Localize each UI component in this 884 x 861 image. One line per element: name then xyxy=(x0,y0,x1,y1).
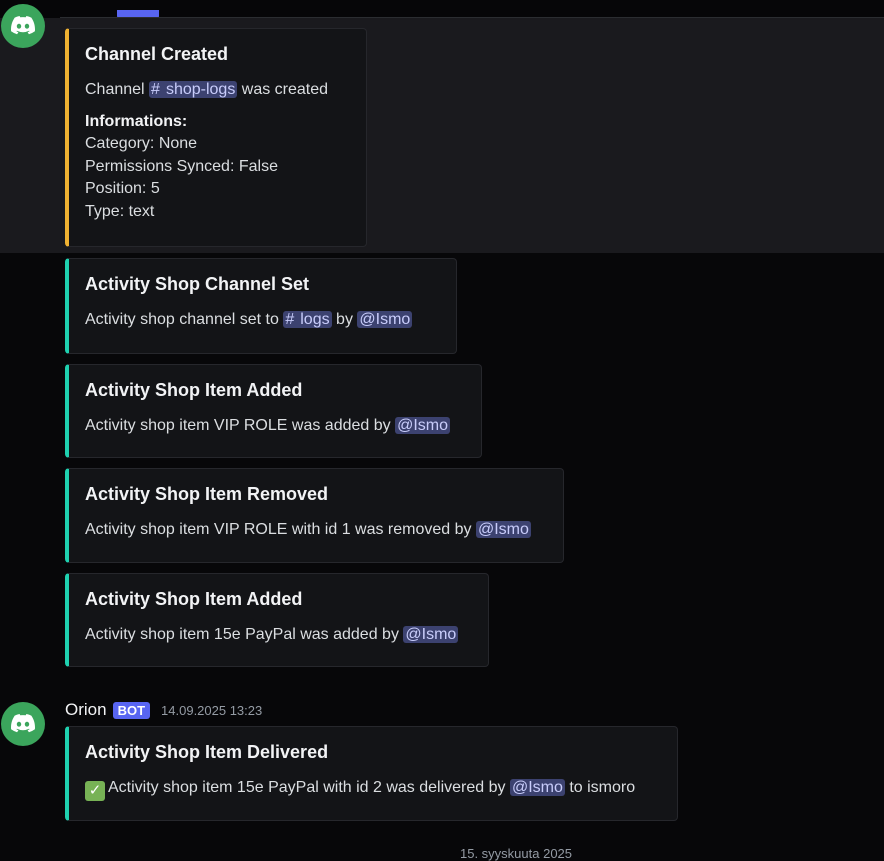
bot-tag: BOT xyxy=(112,701,151,719)
embed-description: ✓ Activity shop item 15e PayPal with id 2… xyxy=(85,777,661,801)
desc-text: Activity shop channel set to xyxy=(85,311,284,328)
embed-description: Activity shop item VIP ROLE with id 1 wa… xyxy=(85,519,547,541)
desc-text: Channel xyxy=(85,81,150,98)
embed-channel-set: Activity Shop Channel Set Activity shop … xyxy=(65,258,457,354)
embed-description: Activity shop channel set to # logs by @I… xyxy=(85,309,440,331)
discord-logo-icon xyxy=(11,714,35,733)
discord-logo-icon xyxy=(11,16,35,35)
username[interactable]: Orion xyxy=(65,700,107,720)
desc-text: Activity shop item VIP ROLE was added by xyxy=(85,417,396,434)
field-line: Permissions Synced: False xyxy=(85,157,278,175)
message-header: Orion BOT 14.09.2025 13:23 xyxy=(65,698,262,722)
top-strip xyxy=(0,0,884,20)
embed-item-delivered: Activity Shop Item Delivered ✓ Activity s… xyxy=(65,726,678,821)
embed-title: Activity Shop Channel Set xyxy=(85,274,310,294)
embed-description: Activity shop item 15e PayPal was added … xyxy=(85,624,472,646)
embed-item-removed: Activity Shop Item Removed Activity shop… xyxy=(65,468,564,563)
desc-text: by xyxy=(331,311,358,328)
embed-item-added: Activity Shop Item Added Activity shop i… xyxy=(65,573,489,667)
field-line: Category: None xyxy=(85,135,198,152)
hash-icon: # xyxy=(151,81,160,98)
field-line: Type: text xyxy=(85,202,155,220)
channel-name: shop-logs xyxy=(165,81,236,98)
avatar[interactable] xyxy=(1,4,45,48)
user-mention[interactable]: @Ismo xyxy=(475,521,531,538)
embed-description: Channel # shop-logs was created xyxy=(85,79,350,101)
user-mention[interactable]: @Ismo xyxy=(403,626,459,643)
channel-mention[interactable]: # logs xyxy=(283,311,332,328)
desc-text: Activity shop item VIP ROLE with id 1 wa… xyxy=(85,521,476,538)
avatar[interactable] xyxy=(1,702,45,746)
embed-item-added: Activity Shop Item Added Activity shop i… xyxy=(65,364,482,458)
user-mention[interactable]: @Ismo xyxy=(509,779,565,796)
check-mark-icon: ✓ xyxy=(85,781,105,801)
desc-text: Activity shop item 15e PayPal with id 2 … xyxy=(108,779,510,796)
embed-channel-created: Channel Created Channel # shop-logs was c… xyxy=(65,28,367,247)
field-name: Informations: xyxy=(85,113,188,130)
embed-title: Channel Created xyxy=(85,44,229,64)
embed-title: Activity Shop Item Added xyxy=(85,380,303,400)
channel-mention[interactable]: # shop-logs xyxy=(149,81,238,98)
field-line: Position: 5 xyxy=(85,180,160,197)
desc-text: Activity shop item 15e PayPal was added … xyxy=(85,626,404,643)
embed-title: Activity Shop Item Delivered xyxy=(85,742,329,762)
embed-title: Activity Shop Item Removed xyxy=(85,484,329,504)
embed-description: Activity shop item VIP ROLE was added by… xyxy=(85,415,465,437)
user-mention[interactable]: @Ismo xyxy=(395,417,450,434)
user-mention[interactable]: @Ismo xyxy=(357,311,413,328)
embed-title: Activity Shop Item Added xyxy=(85,589,303,609)
desc-text: was created xyxy=(237,81,329,98)
desc-text: to ismoro xyxy=(564,779,636,796)
timestamp[interactable]: 14.09.2025 13:23 xyxy=(161,703,262,718)
channel-name: logs xyxy=(300,311,330,328)
hash-icon: # xyxy=(285,311,295,328)
